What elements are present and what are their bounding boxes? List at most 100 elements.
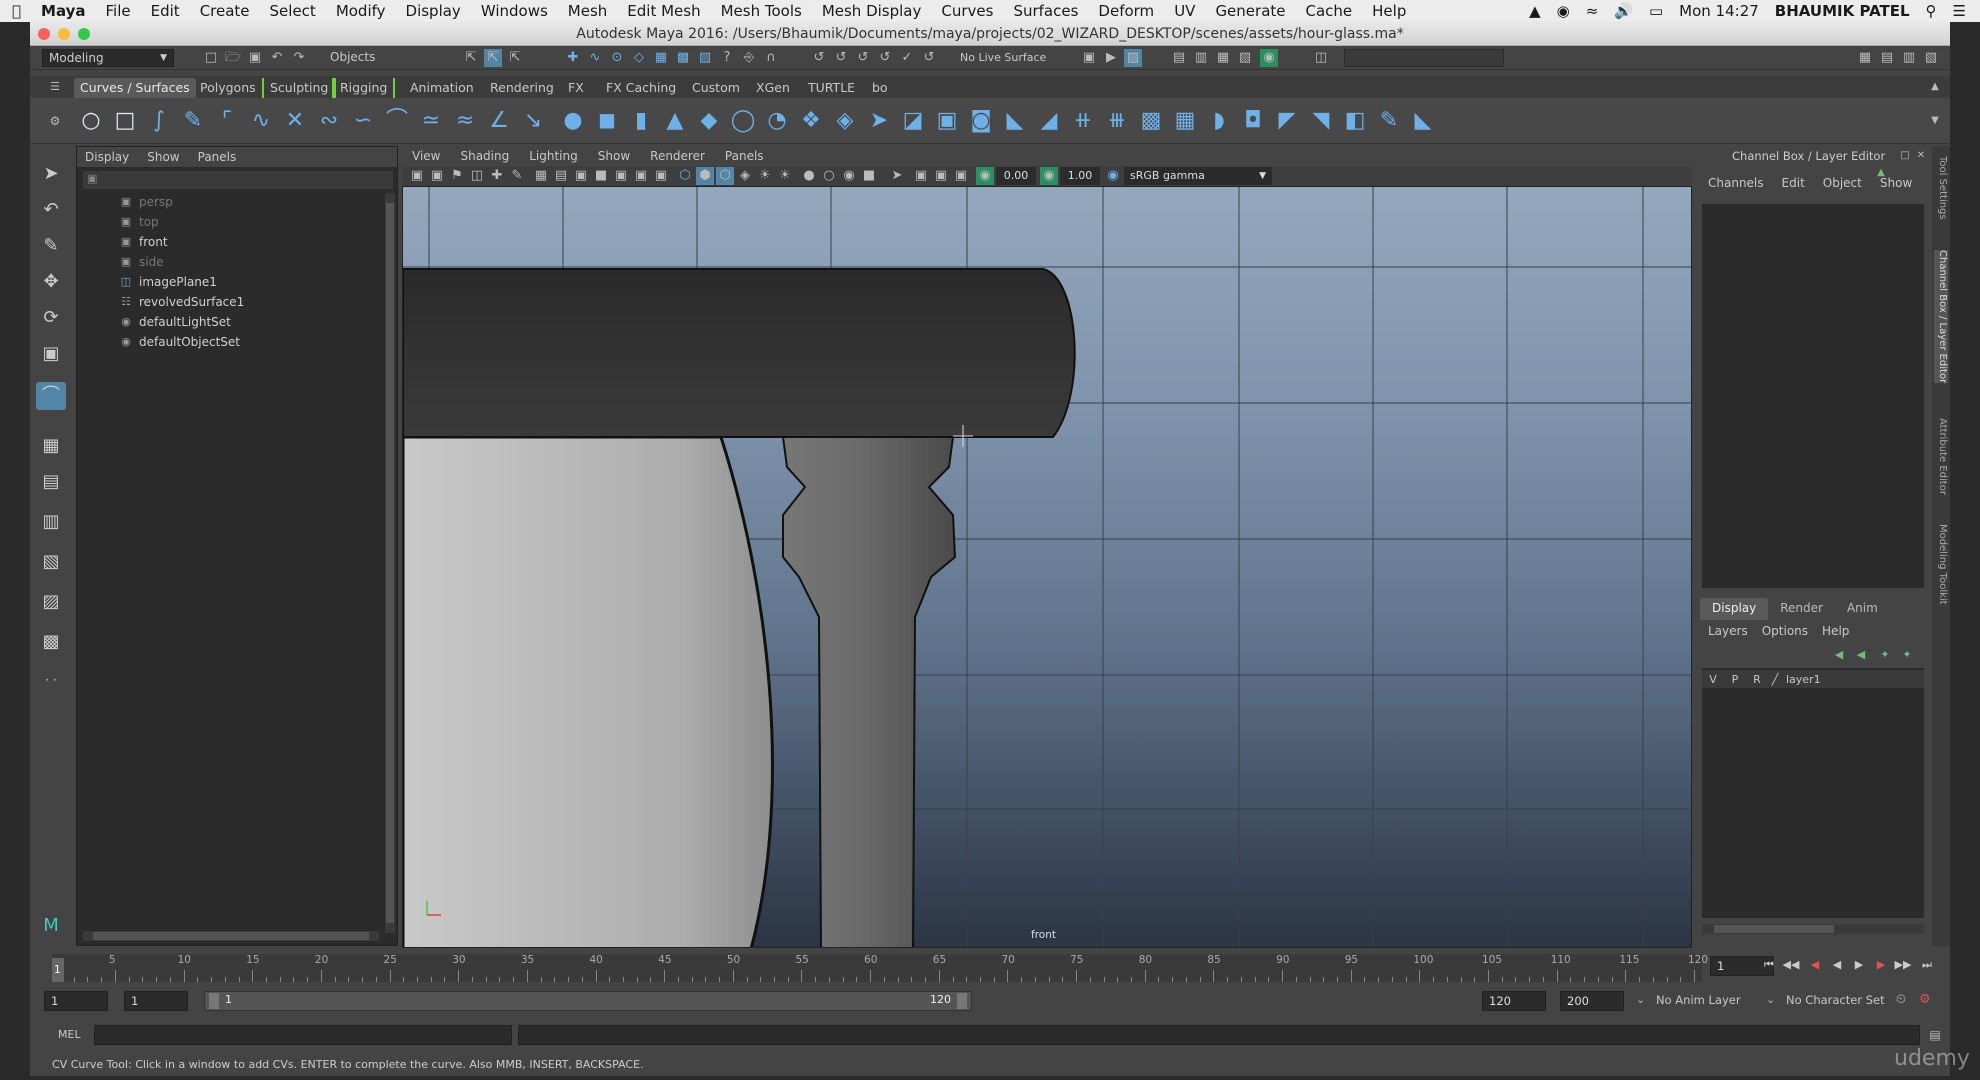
- battery-icon[interactable]: ▭: [1649, 2, 1663, 20]
- animation-end-field[interactable]: 200: [1560, 991, 1624, 1011]
- nurbs-cylinder-icon[interactable]: ▮: [628, 108, 654, 134]
- exposure-icon[interactable]: ◉: [976, 167, 994, 185]
- two-view-layout-icon[interactable]: ▥: [36, 508, 66, 536]
- render-active-icon[interactable]: ◉: [1260, 49, 1278, 67]
- menu-create[interactable]: Create: [200, 2, 250, 20]
- revolve-icon[interactable]: ◔: [764, 108, 790, 134]
- render-settings-icon[interactable]: ▤: [1170, 49, 1188, 67]
- menu-surfaces[interactable]: Surfaces: [1013, 2, 1078, 20]
- boundary-icon[interactable]: ◙: [968, 108, 994, 134]
- go-to-start-icon[interactable]: ⏮: [1760, 956, 1778, 974]
- layer-name[interactable]: layer1: [1782, 673, 1821, 686]
- adobe-icon[interactable]: ▲: [1529, 2, 1541, 20]
- menu-modify[interactable]: Modify: [336, 2, 386, 20]
- bookmark-icon[interactable]: ⚑: [448, 167, 466, 185]
- move-tool-icon[interactable]: ✥: [36, 268, 66, 296]
- channel-menu-object[interactable]: Object: [1823, 176, 1862, 190]
- layer-color-swatch-icon[interactable]: ╱: [1768, 673, 1782, 686]
- curve-intersect-icon[interactable]: ✕: [282, 108, 308, 134]
- outliner-item[interactable]: ☷ revolvedSurface1: [119, 293, 244, 311]
- open-close-icon[interactable]: ◤: [1274, 108, 1300, 134]
- project-curve-icon[interactable]: ◢: [1036, 108, 1062, 134]
- birail-icon[interactable]: ◪: [900, 108, 926, 134]
- viewport-menu-renderer[interactable]: Renderer: [650, 149, 705, 163]
- pencil-curve-icon[interactable]: ✎: [180, 108, 206, 134]
- app-menu[interactable]: Maya: [41, 2, 86, 20]
- undo-icon[interactable]: ↶: [268, 49, 286, 67]
- tab-custom[interactable]: Custom: [686, 78, 746, 98]
- snap-point-icon[interactable]: ⊙: [608, 49, 626, 67]
- select-object-icon[interactable]: ⇱: [484, 49, 502, 67]
- layer-list[interactable]: [1702, 668, 1924, 918]
- gamma-field[interactable]: 1.00: [1060, 167, 1100, 185]
- render-frame-icon[interactable]: ▶: [1102, 49, 1120, 67]
- tab-tool-settings[interactable]: Tool Settings: [1934, 156, 1948, 220]
- menu-mesh-tools[interactable]: Mesh Tools: [721, 2, 802, 20]
- step-back-key-icon[interactable]: ◀: [1806, 956, 1824, 974]
- help-icon[interactable]: ?: [718, 49, 736, 67]
- render-setup-icon[interactable]: ▦: [1214, 49, 1232, 67]
- nurbs-torus-icon[interactable]: ◯: [730, 108, 756, 134]
- shelf-options-icon[interactable]: ⚙: [46, 112, 64, 130]
- tab-attribute-editor[interactable]: Attribute Editor: [1934, 418, 1948, 495]
- multisample-icon[interactable]: ◉: [840, 167, 858, 185]
- outliner-layout-icon[interactable]: ▨: [36, 588, 66, 616]
- menu-mesh[interactable]: Mesh: [568, 2, 608, 20]
- attach-curves-icon[interactable]: ∾: [316, 108, 342, 134]
- tab-animation[interactable]: Animation: [404, 78, 480, 98]
- apple-icon[interactable]: : [12, 2, 21, 20]
- playback-start-field[interactable]: 1: [124, 991, 188, 1011]
- scale-tool-icon[interactable]: ▣: [36, 340, 66, 368]
- outliner-item[interactable]: ◫ imagePlane1: [119, 273, 217, 291]
- extrude-icon[interactable]: ➤: [866, 108, 892, 134]
- layer-horizontal-scrollbar[interactable]: [1702, 924, 1924, 934]
- channel-list-area[interactable]: [1702, 204, 1924, 588]
- ep-curve-icon[interactable]: ⌜: [214, 108, 240, 134]
- menu-set-dropdown[interactable]: Modeling ▼: [42, 49, 174, 67]
- nurbs-cube-icon[interactable]: ◼: [594, 108, 620, 134]
- shelf-scroll-up-icon[interactable]: ▲: [1926, 78, 1944, 96]
- script-editor-icon[interactable]: ▤: [1926, 1026, 1944, 1044]
- new-layer-icon[interactable]: ✦: [1876, 646, 1894, 664]
- tab-polygons[interactable]: Polygons: [194, 78, 262, 98]
- textured-icon[interactable]: ◈: [736, 167, 754, 185]
- new-scene-icon[interactable]: □: [202, 49, 220, 67]
- viewport-menu-show[interactable]: Show: [598, 149, 630, 163]
- detach-curves-icon[interactable]: ∽: [350, 108, 376, 134]
- wireframe-icon[interactable]: ⬡: [676, 167, 694, 185]
- select-component-icon[interactable]: ⇱: [506, 49, 524, 67]
- outliner-vertical-scrollbar[interactable]: [385, 193, 395, 933]
- screen-space-ao-icon[interactable]: ●: [800, 167, 818, 185]
- sculpt-geometry-icon[interactable]: ✎: [1376, 108, 1402, 134]
- resolution-gate-icon[interactable]: ▣: [572, 167, 590, 185]
- range-bar[interactable]: 1 120: [204, 991, 972, 1011]
- ipr-render-icon[interactable]: ▨: [1124, 49, 1142, 67]
- tab-channel-box[interactable]: Channel Box / Layer Editor: [1934, 250, 1948, 384]
- layout-more-icon[interactable]: · ·: [36, 666, 66, 694]
- booleans-icon[interactable]: ▦: [1172, 108, 1198, 134]
- light-editor-icon[interactable]: ▧: [1236, 49, 1254, 67]
- layer-playback-toggle[interactable]: P: [1724, 673, 1746, 686]
- depth-of-field-icon[interactable]: ■: [860, 167, 878, 185]
- minimize-window-button[interactable]: [58, 28, 70, 40]
- xray-icon[interactable]: ▣: [912, 167, 930, 185]
- sidebar-toggle-icon[interactable]: ◫: [1312, 49, 1330, 67]
- redo-icon[interactable]: ↷: [290, 49, 308, 67]
- outliner-item[interactable]: ◉ defaultLightSet: [119, 313, 231, 331]
- snap-view-icon[interactable]: ◇: [630, 49, 648, 67]
- menubar-user[interactable]: BHAUMIK PATEL: [1775, 2, 1910, 20]
- menu-edit[interactable]: Edit: [151, 2, 180, 20]
- make-live-icon[interactable]: ↺: [920, 49, 938, 67]
- outliner-menu-show[interactable]: Show: [147, 150, 179, 164]
- playback-end-field[interactable]: 120: [1482, 991, 1546, 1011]
- move-layer-down-icon[interactable]: ◀: [1852, 646, 1870, 664]
- outliner-item[interactable]: ▣ persp: [119, 193, 173, 211]
- outliner-item[interactable]: ▣ side: [119, 253, 164, 271]
- nurbs-square-icon[interactable]: □: [112, 108, 138, 134]
- spotlight-icon[interactable]: ⚲: [1926, 2, 1937, 20]
- filter-icon[interactable]: ▣: [87, 172, 97, 185]
- outliner-menu-panels[interactable]: Panels: [198, 150, 237, 164]
- gate-mask-icon[interactable]: ■: [592, 167, 610, 185]
- viewport-menu-lighting[interactable]: Lighting: [529, 149, 578, 163]
- volume-icon[interactable]: 🔊: [1614, 2, 1633, 20]
